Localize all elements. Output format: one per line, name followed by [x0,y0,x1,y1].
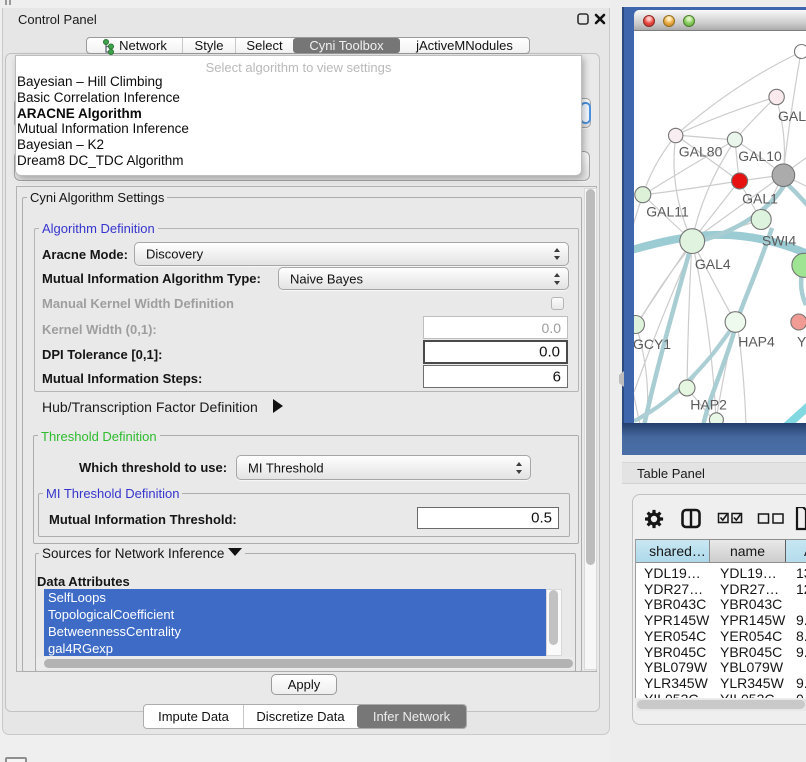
svg-text:YJ: YJ [797,334,806,350]
svg-text:GAL2: GAL2 [778,108,806,124]
svg-text:SWI4: SWI4 [762,233,796,249]
svg-text:GCY1: GCY1 [634,336,671,352]
svg-text:GAL11: GAL11 [646,203,689,219]
svg-text:GAL4: GAL4 [695,256,731,272]
svg-text:HAP4: HAP4 [738,334,775,350]
svg-text:HAP2: HAP2 [690,397,727,413]
svg-text:GAL1: GAL1 [742,191,778,207]
svg-text:GAL80: GAL80 [679,144,723,160]
svg-text:GAL10: GAL10 [738,148,782,164]
